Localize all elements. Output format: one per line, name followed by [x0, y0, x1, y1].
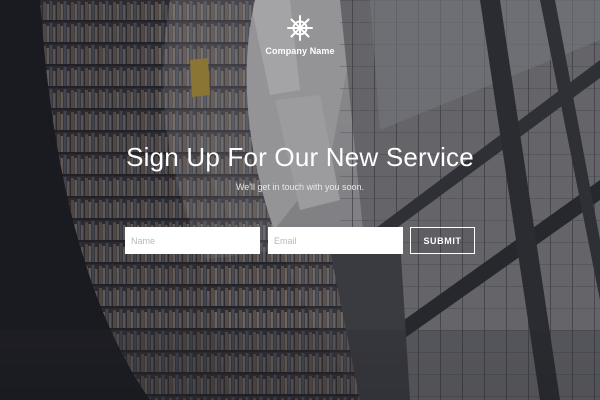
ship-wheel-icon [287, 15, 313, 41]
signup-page: Company Name Sign Up For Our New Service… [0, 0, 600, 400]
page-subtitle: We'll get in touch with you soon. [235, 182, 365, 192]
signup-form: SUBMIT [125, 227, 475, 254]
name-input[interactable] [125, 227, 260, 254]
company-name: Company Name [265, 46, 335, 56]
email-input[interactable] [268, 227, 403, 254]
brand-block: Company Name [0, 14, 600, 56]
background-overlay [0, 0, 600, 400]
page-title: Sign Up For Our New Service [126, 142, 474, 172]
submit-button[interactable]: SUBMIT [410, 227, 475, 254]
